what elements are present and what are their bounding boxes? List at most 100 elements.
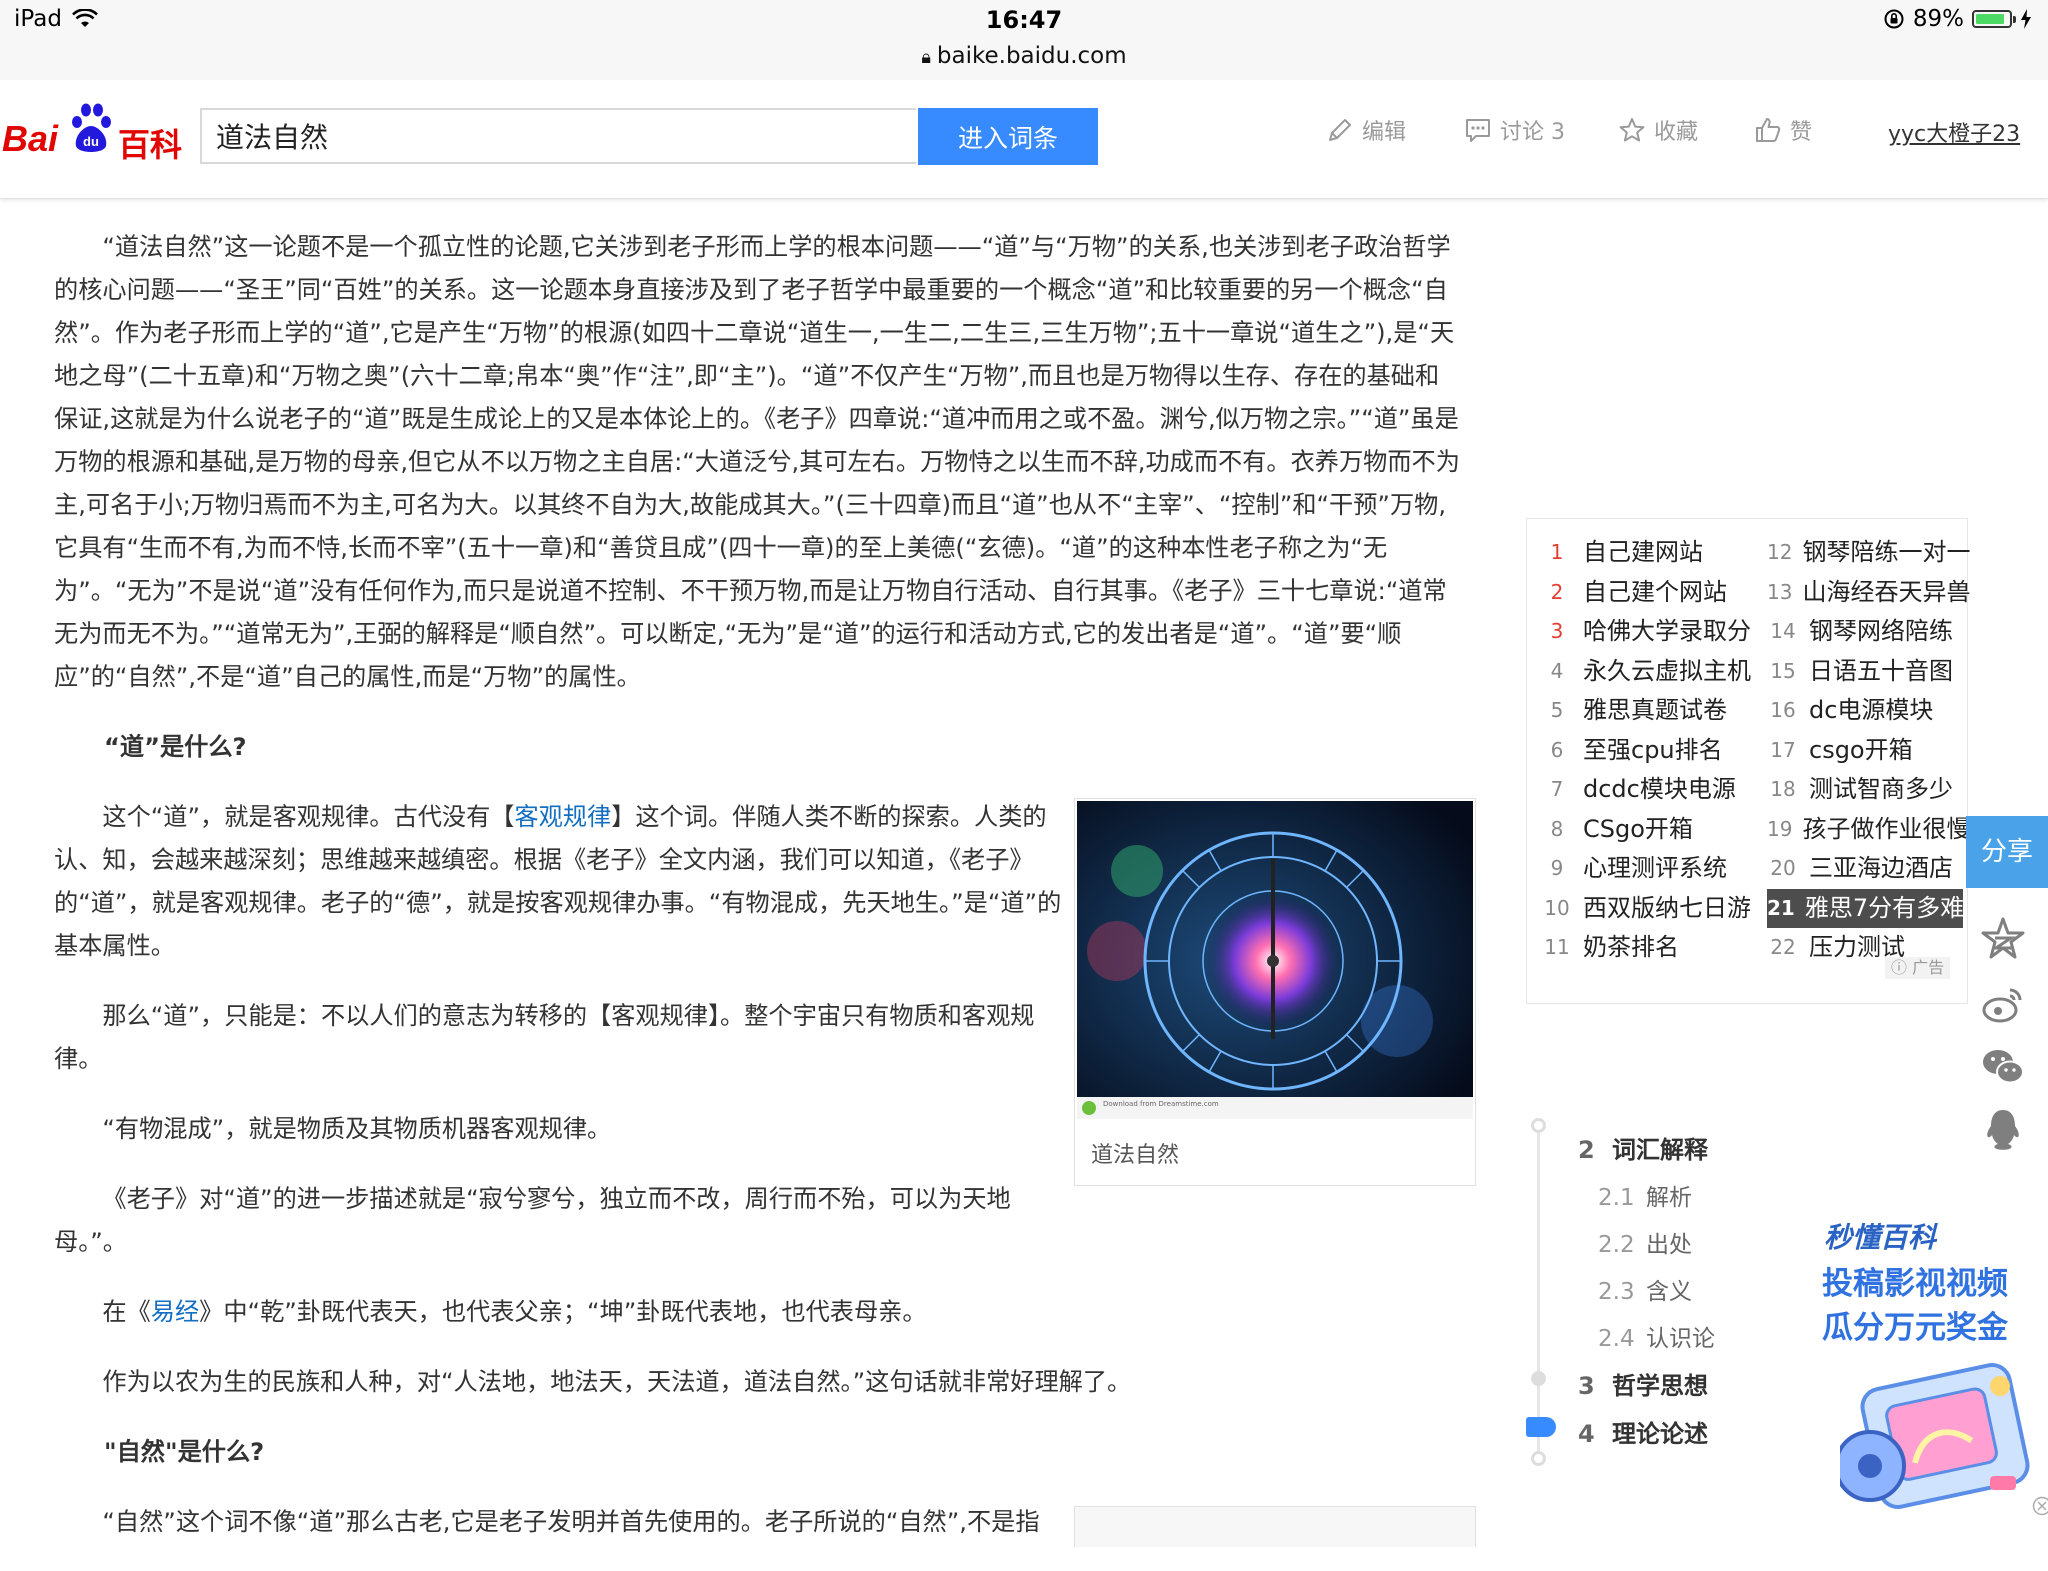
hot-list-item[interactable]: 5雅思真题试卷 [1541, 691, 1763, 731]
hot-list-item[interactable]: 4永久云虚拟主机 [1541, 652, 1763, 692]
hot-list-item[interactable]: 9心理测评系统 [1541, 849, 1763, 889]
search-input[interactable] [200, 108, 916, 164]
edit-button[interactable]: 编辑 [1326, 114, 1406, 146]
hot-list-item[interactable]: 3哈佛大学录取分 [1541, 612, 1763, 652]
toc-item[interactable]: 4理论论述 [1578, 1414, 1708, 1449]
hot-list-item[interactable]: 11奶茶排名 [1541, 928, 1763, 968]
hot-list-rank: 2 [1541, 573, 1573, 613]
toc-item-label: 含义 [1646, 1279, 1692, 1305]
hot-list-item[interactable]: 8CSgo开箱 [1541, 810, 1763, 850]
hot-list-rank: 12 [1767, 533, 1792, 573]
hot-list-item[interactable]: 14钢琴网络陪练 [1767, 612, 1963, 652]
baidu-paw-icon: du [68, 102, 114, 154]
hot-list-item[interactable]: 13山海经吞天异兽 [1767, 573, 1963, 613]
like-label: 赞 [1790, 114, 1812, 146]
weibo-icon[interactable] [1980, 982, 2026, 1028]
hot-list-item[interactable]: 18测试智商多少 [1767, 770, 1963, 810]
hot-list-title: 钢琴陪练一对一 [1802, 533, 1970, 573]
share-button[interactable]: 分享 [1966, 816, 2048, 888]
hot-list-item[interactable]: 17csgo开箱 [1767, 731, 1963, 771]
star-icon [1618, 116, 1646, 144]
hot-list-rank: 6 [1541, 731, 1573, 771]
status-right: 89% [1883, 6, 2032, 32]
miaodong-promo-ad[interactable]: 秒懂百科 投稿影视视频 瓜分万元奖金 [1812, 1216, 2048, 1536]
logo-du: du [83, 134, 99, 149]
link-objective-law[interactable]: 客观规律 [514, 803, 611, 831]
close-ad-icon[interactable] [2032, 1496, 2048, 1516]
hot-list-title: csgo开箱 [1809, 731, 1913, 771]
article-paragraph: 在《易经》中“乾”卦既代表天，也代表父亲；“坤”卦既代表地，也代表母亲。 [54, 1291, 1460, 1334]
qq-penguin-icon[interactable] [1980, 1106, 2026, 1152]
like-button[interactable]: 赞 [1754, 114, 1812, 146]
article-paragraph: “道法自然”这一论题不是一个孤立性的论题,它关涉到老子形而上学的根本问题——“道… [54, 226, 1460, 699]
hot-list-title: CSgo开箱 [1583, 810, 1693, 850]
toc-track [1537, 1132, 1540, 1464]
hot-list-rank: 16 [1767, 691, 1799, 731]
article-paragraph: 作为以农为生的民族和人种，对“人法地，地法天，天法道，道法自然。”这句话就非常好… [54, 1361, 1460, 1404]
hot-list-item[interactable]: 10西双版纳七日游 [1541, 889, 1763, 929]
miaodong-logo: 秒懂百科 [1824, 1216, 1936, 1256]
thumbs-up-icon [1754, 116, 1782, 144]
promo-line-2: 瓜分万元奖金 [1822, 1302, 2008, 1347]
hot-list-item[interactable]: 20三亚海边酒店 [1767, 849, 1963, 889]
logo-baike: 百科 [118, 120, 182, 166]
hot-list-rank: 21 [1767, 889, 1795, 929]
hot-list-rank: 4 [1541, 652, 1573, 692]
hot-list-item[interactable]: 2自己建个网站 [1541, 573, 1763, 613]
toc-item-number: 2.2 [1598, 1232, 1646, 1258]
article-paragraph: “有物混成”，就是物质及其物质机器客观规律。 [54, 1108, 1064, 1151]
hot-list-item[interactable]: 12钢琴陪练一对一 [1767, 533, 1963, 573]
status-bar: iPad 16:47 89% [0, 0, 2048, 40]
hot-list-rank: 1 [1541, 533, 1573, 573]
hot-list-rank: 15 [1767, 652, 1799, 692]
qzone-star-icon[interactable] [1980, 916, 2026, 962]
hot-list-right-column: 12钢琴陪练一对一13山海经吞天异兽14钢琴网络陪练15日语五十音图16dc电源… [1767, 533, 1963, 968]
toc-dot [1531, 1371, 1546, 1386]
toc-item[interactable]: 2.3含义 [1598, 1272, 1692, 1306]
toc-item-number: 3 [1578, 1372, 1612, 1400]
article-paragraph: 那么“道”，只能是：不以人们的意志为转移的【客观规律】。整个宇宙只有物质和客观规… [54, 995, 1064, 1081]
hot-list-item[interactable]: 7dcdc模块电源 [1541, 770, 1763, 810]
toc-item[interactable]: 2.2出处 [1598, 1225, 1692, 1259]
hot-list-title: 奶茶排名 [1583, 928, 1679, 968]
toc-dot [1531, 1118, 1546, 1133]
zodiac-cosmos-image[interactable]: Download from Dreamstime.com [1077, 801, 1473, 1119]
hot-list-rank: 11 [1541, 928, 1573, 968]
table-of-contents: 2词汇解释 2.1解析 2.2出处 2.3含义 2.4认识论 3哲学思想 4理论论述 [1522, 1114, 1862, 1474]
url-text: baike.baidu.com [937, 43, 1127, 69]
favorite-label: 收藏 [1654, 114, 1698, 146]
hot-list-title: 测试智商多少 [1809, 770, 1953, 810]
hot-list-item[interactable]: 19孩子做作业很慢 [1767, 810, 1963, 850]
hot-list-title: 雅思7分有多难 [1805, 889, 1964, 929]
hot-list-item[interactable]: 1自己建网站 [1541, 533, 1763, 573]
address-bar[interactable]: 🔒︎baike.baidu.com [0, 40, 2048, 80]
discuss-button[interactable]: 讨论 3 [1464, 114, 1565, 146]
toc-item[interactable]: 2.1解析 [1598, 1178, 1692, 1212]
hot-list-item[interactable]: 15日语五十音图 [1767, 652, 1963, 692]
hot-list-item[interactable]: 6至强cpu排名 [1541, 731, 1763, 771]
article-figure[interactable]: Download from Dreamstime.com 道法自然 [1074, 798, 1476, 1186]
wechat-icon[interactable] [1980, 1044, 2026, 1090]
hot-list-title: 哈佛大学录取分 [1583, 612, 1751, 652]
baidu-baike-logo[interactable]: Bai du 百科 [0, 100, 190, 160]
hot-list-item[interactable]: 21雅思7分有多难 [1767, 889, 1963, 929]
toc-item-number: 4 [1578, 1420, 1612, 1448]
enter-entry-button[interactable]: 进入词条 [918, 108, 1098, 165]
toc-item-label: 出处 [1646, 1232, 1692, 1258]
pencil-icon [1326, 116, 1354, 144]
toc-item[interactable]: 3哲学思想 [1578, 1366, 1708, 1401]
hot-list-item[interactable]: 16dc电源模块 [1767, 691, 1963, 731]
toc-item-label: 理论论述 [1612, 1420, 1708, 1448]
hot-list-title: 孩子做作业很慢 [1802, 810, 1970, 850]
hot-list-title: 钢琴网络陪练 [1809, 612, 1953, 652]
toc-item[interactable]: 2词汇解释 [1578, 1130, 1708, 1165]
hot-list-title: dcdc模块电源 [1583, 770, 1736, 810]
article-paragraph: 《老子》对“道”的进一步描述就是“寂兮寥兮，独立而不改，周行而不殆，可以为天地母… [54, 1178, 1064, 1264]
link-yijing[interactable]: 易经 [151, 1298, 199, 1326]
user-link[interactable]: yyc大橙子23 [1888, 116, 2020, 148]
toc-item[interactable]: 2.4认识论 [1598, 1319, 1715, 1353]
favorite-button[interactable]: 收藏 [1618, 114, 1698, 146]
hot-list-rank: 3 [1541, 612, 1573, 652]
hot-list-rank: 5 [1541, 691, 1573, 731]
battery-fill [1976, 14, 2004, 24]
